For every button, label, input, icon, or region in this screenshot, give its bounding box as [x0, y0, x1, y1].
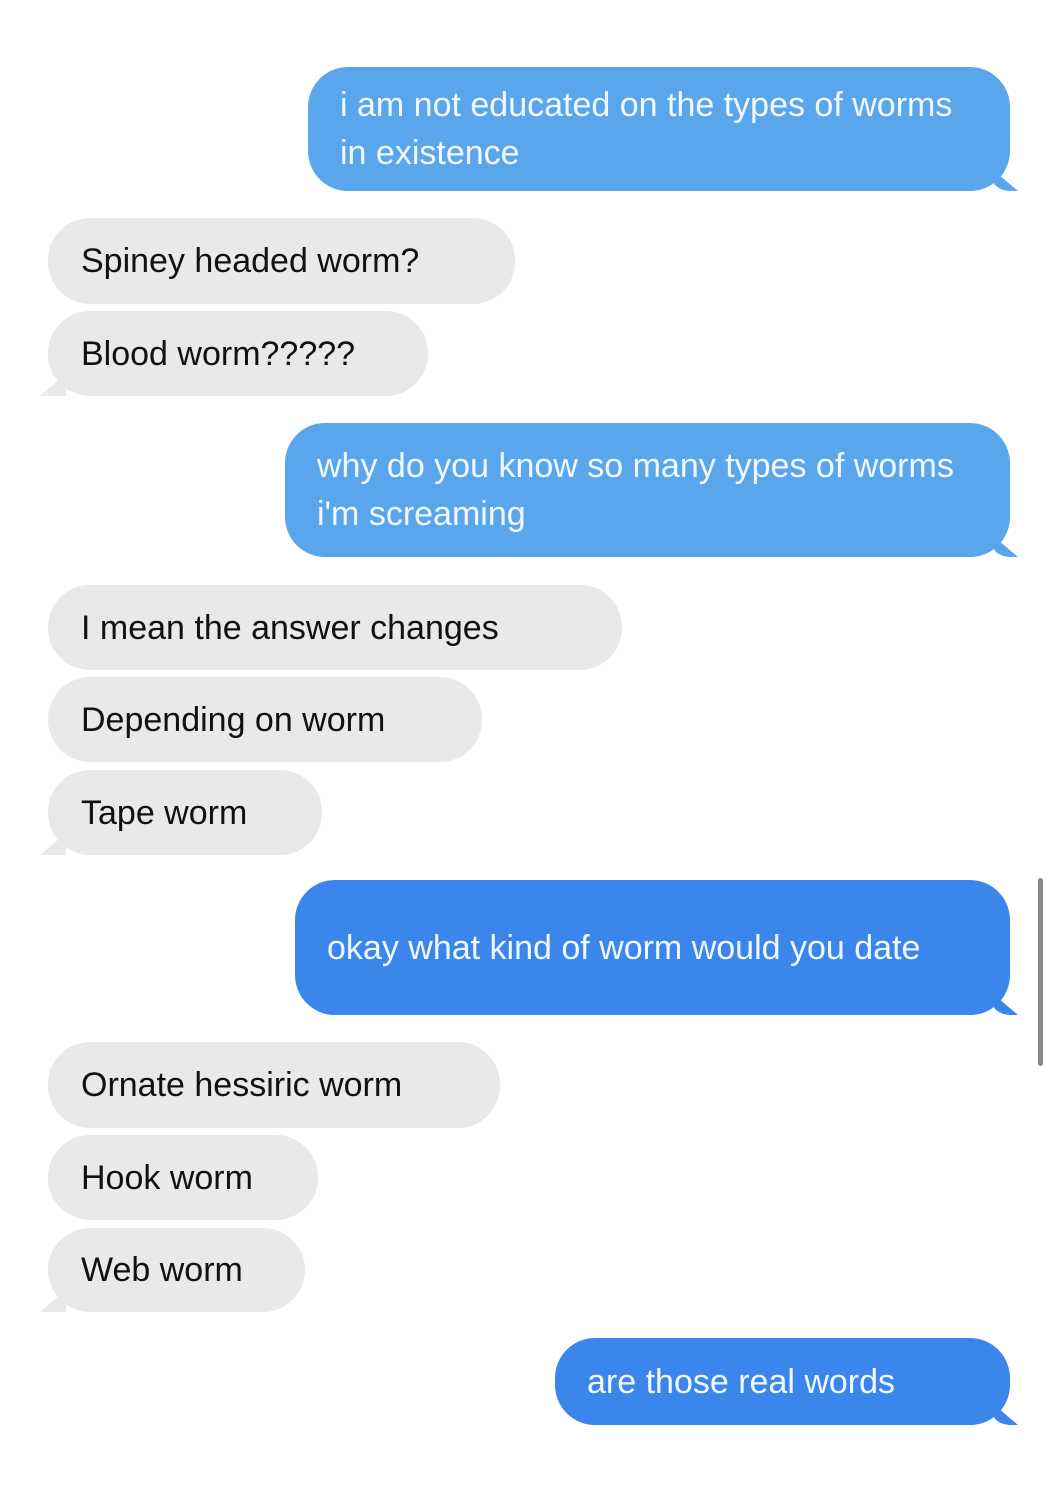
message-text: Ornate hessiric worm [81, 1066, 403, 1104]
received-message: Web worm [48, 1228, 305, 1312]
message-text: Tape worm [81, 793, 248, 832]
message-text: Web worm [81, 1251, 243, 1289]
scrollbar[interactable] [1038, 878, 1043, 1066]
message-text: i am not educated on the types of worms … [340, 86, 953, 172]
message-text: are those real words [587, 1362, 896, 1401]
message-text: why do you know so many types of worms i… [317, 447, 954, 533]
sent-message: why do you know so many types of worms i… [285, 423, 1010, 557]
received-message: Ornate hessiric worm [48, 1042, 500, 1128]
received-message: I mean the answer changes [48, 585, 622, 670]
message-text: I mean the answer changes [81, 608, 499, 647]
message-text: okay what kind of worm would you date [327, 928, 921, 967]
received-message: Depending on worm [48, 677, 482, 762]
message-text: Blood worm????? [81, 334, 356, 373]
received-message: Spiney headed worm? [48, 218, 515, 304]
sent-message: i am not educated on the types of worms … [308, 67, 1010, 191]
sent-message: okay what kind of worm would you date [295, 880, 1010, 1015]
sent-message: are those real words [555, 1338, 1010, 1425]
received-message: Tape worm [48, 770, 322, 855]
message-text: Hook worm [81, 1158, 253, 1197]
message-text: Spiney headed worm? [81, 242, 420, 280]
received-message: Blood worm????? [48, 311, 428, 396]
message-text: Depending on worm [81, 700, 386, 739]
received-message: Hook worm [48, 1135, 318, 1220]
